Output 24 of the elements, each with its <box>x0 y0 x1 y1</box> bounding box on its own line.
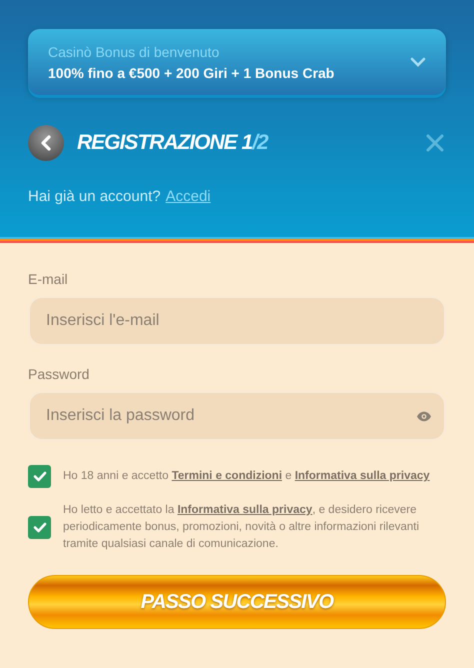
chevron-icon <box>410 57 426 67</box>
password-field[interactable]: Inserisci la password <box>28 391 446 441</box>
checkbox[interactable] <box>28 465 51 488</box>
field-label: E-mail <box>28 271 69 287</box>
chevron-left-icon <box>40 135 52 151</box>
consent-link[interactable]: Informativa sulla privacy <box>177 504 312 516</box>
consent-text: Ho letto e accettato la Informativa sulla privacy, e desidero ricevere periodicamente bonus, promozioni, novità o altre informazioni rilevanti tramite qualsiasi canale di comunicazione. <box>63 503 420 552</box>
eye-icon[interactable] <box>416 411 432 422</box>
back-button[interactable] <box>28 125 64 161</box>
page-title: REGISTRAZIONE 1/2 <box>77 131 270 155</box>
email-field[interactable]: Inserisci l'e-mail <box>28 296 446 346</box>
checkmark-icon <box>32 522 46 533</box>
bonus-dropdown[interactable]: Casinò Bonus di benvenuto 100% fino a €500 + 200 Giri + 1 Bonus Crab <box>28 29 446 95</box>
bonus-label: Casinò Bonus di benvenuto <box>48 44 220 60</box>
consent-link[interactable]: Termini e condizioni <box>172 470 282 482</box>
login-prompt: Hai già un account? <box>28 188 161 205</box>
checkbox[interactable] <box>28 516 51 539</box>
login-link[interactable]: Accedi <box>166 188 211 205</box>
bonus-offer: 100% fino a €500 + 200 Giri + 1 Bonus Crab <box>48 64 334 80</box>
close-icon[interactable] <box>426 134 444 152</box>
field-label: Password <box>28 366 90 382</box>
checkmark-icon <box>32 471 46 482</box>
consent-text: Ho 18 anni e accetto Termini e condizioni e Informativa sulla privacy <box>63 469 430 484</box>
consent-link[interactable]: Informativa sulla privacy <box>294 470 430 482</box>
